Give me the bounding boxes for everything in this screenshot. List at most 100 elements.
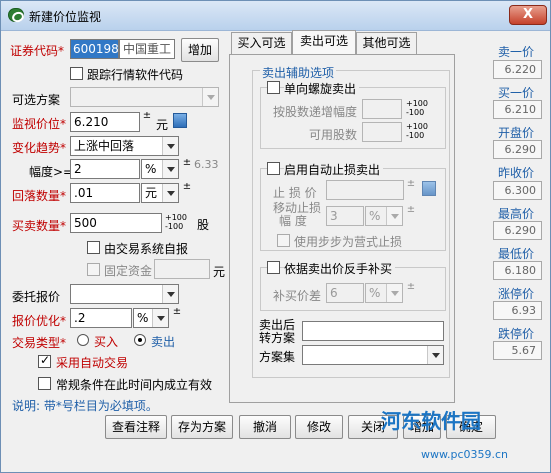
scheme-set-select[interactable] xyxy=(302,345,444,365)
stop-loss-label: 启用自动止损卖出 xyxy=(284,161,384,178)
range-hint: 6.33 xyxy=(194,158,219,171)
move-stop-input[interactable]: 3 xyxy=(326,206,364,226)
reverse-label: 依据卖出价反手补买 xyxy=(284,260,396,277)
code-input[interactable]: 600198 xyxy=(70,39,119,59)
rebuy-input[interactable]: 6 xyxy=(326,283,364,303)
quote-value: 6.210 xyxy=(493,100,542,119)
auto-trade-checkbox[interactable] xyxy=(38,353,51,368)
step-minus[interactable]: -100 xyxy=(406,108,428,117)
qty-plus-100[interactable]: +100 xyxy=(165,213,187,222)
range-input[interactable]: 2 xyxy=(70,159,140,179)
qty-unit: 股 xyxy=(197,218,210,232)
opt-spinner[interactable]: ± xyxy=(172,307,182,327)
calculator-icon[interactable] xyxy=(173,113,187,128)
cond-label: 常规条件在此时间内成立有效 xyxy=(56,378,213,392)
qty-label: 买卖数量* xyxy=(12,219,67,233)
move-stop-label: 移动止损 幅 度 xyxy=(273,201,322,228)
qty-input[interactable]: 500 xyxy=(70,213,162,233)
watermark-title: 河东软件园 xyxy=(381,409,481,433)
title-bar: 新建价位监视 X xyxy=(1,1,550,31)
watermark-url: www.pc0359.cn xyxy=(421,448,509,461)
sell-assist-title: 卖出辅助选项 xyxy=(260,64,337,81)
rebuy-unit[interactable]: % xyxy=(365,283,403,303)
avail-minus[interactable]: -100 xyxy=(406,131,428,140)
stop-loss-checkbox[interactable] xyxy=(267,162,280,175)
avail-input[interactable] xyxy=(362,122,402,142)
rebuy-label: 补买价差 xyxy=(273,289,322,303)
fall-input[interactable]: .01 xyxy=(70,183,140,203)
range-unit-select[interactable]: % xyxy=(141,159,179,179)
opt-unit-select[interactable]: % xyxy=(133,308,169,328)
view-note-button[interactable]: 查看注释 xyxy=(105,415,167,439)
fall-unit-select[interactable]: 元 xyxy=(141,183,179,203)
scheme-set-label: 方案集 xyxy=(259,350,296,364)
tab-buy-options[interactable]: 买入可选 xyxy=(231,32,292,54)
price-unit: 元 xyxy=(156,118,169,132)
cond-checkbox[interactable] xyxy=(38,377,51,390)
spiral-checkbox[interactable] xyxy=(267,81,280,94)
fall-spinner[interactable]: ± xyxy=(182,182,192,202)
avail-plus[interactable]: +100 xyxy=(406,122,428,131)
stop-calculator-icon[interactable] xyxy=(422,181,436,196)
auto-trade-label: 采用自动交易 xyxy=(56,356,129,370)
reverse-checkbox[interactable] xyxy=(267,261,280,274)
after-sell-input[interactable] xyxy=(302,321,444,341)
type-label: 交易类型* xyxy=(12,336,67,350)
trend-select[interactable]: 上涨中回落 xyxy=(70,136,179,156)
quote-label: 跌停价 xyxy=(498,327,535,341)
stop-price-spinner[interactable]: ± xyxy=(406,179,416,199)
quote-label: 买一价 xyxy=(498,86,535,100)
follow-label: 跟踪行情软件代码 xyxy=(87,68,184,82)
range-spinner[interactable]: ± xyxy=(182,158,192,178)
type-buy-radio[interactable] xyxy=(77,334,89,346)
qty-step-buttons[interactable]: +100 -100 xyxy=(165,213,187,231)
opt-input[interactable]: .2 xyxy=(70,308,132,328)
save-scheme-button[interactable]: 存为方案 xyxy=(171,415,233,439)
after-sell-label: 卖出后 转方案 xyxy=(259,318,296,345)
price-input[interactable]: 6.210 xyxy=(70,112,140,132)
quote-value: 6.220 xyxy=(493,60,542,79)
fall-label: 回落数量* xyxy=(12,189,67,203)
quote-value: 6.290 xyxy=(493,140,542,159)
order-select[interactable] xyxy=(70,284,179,304)
auto-determine-checkbox[interactable] xyxy=(87,241,100,254)
auto-determine-label: 由交易系统自报 xyxy=(104,242,189,256)
scheme-label: 可选方案 xyxy=(12,93,61,107)
step-stop-label: 使用步步为营式止损 xyxy=(294,235,403,249)
move-stop-unit[interactable]: % xyxy=(365,206,403,226)
quote-label: 开盘价 xyxy=(498,126,535,140)
step-input[interactable] xyxy=(362,99,402,119)
move-stop-spinner[interactable]: ± xyxy=(406,205,416,225)
fixed-fund-input[interactable] xyxy=(154,259,210,279)
window-title: 新建价位监视 xyxy=(29,10,102,24)
range-label: 幅度>= xyxy=(29,165,74,179)
follow-checkbox[interactable] xyxy=(70,67,83,80)
window: 新建价位监视 X 证券代码* 600198 中国重工 增加 跟踪行情软件代码 可… xyxy=(0,0,551,473)
type-sell-label: 卖出 xyxy=(151,335,176,349)
tab-sell-options[interactable]: 卖出可选 xyxy=(292,30,356,54)
qty-minus-100[interactable]: -100 xyxy=(165,222,187,231)
close-button[interactable]: X xyxy=(509,5,547,25)
type-sell-radio[interactable] xyxy=(134,334,146,346)
quote-value: 6.300 xyxy=(493,181,542,200)
modify-button[interactable]: 修改 xyxy=(295,415,343,439)
fixed-fund-label: 固定资金 xyxy=(104,264,153,278)
scheme-select[interactable] xyxy=(70,87,219,107)
avail-label: 可用股数 xyxy=(309,128,358,142)
add-code-button[interactable]: 增加 xyxy=(181,38,219,62)
quote-value: 5.67 xyxy=(493,341,542,360)
price-spinner[interactable]: ± xyxy=(142,111,152,131)
step-plus[interactable]: +100 xyxy=(406,99,428,108)
rebuy-spinner[interactable]: ± xyxy=(406,282,416,302)
fixed-fund-checkbox[interactable] xyxy=(87,263,100,276)
order-label: 委托报价 xyxy=(12,290,61,304)
stop-price-input[interactable] xyxy=(326,180,404,200)
app-icon xyxy=(8,8,24,22)
quote-label: 涨停价 xyxy=(498,287,535,301)
avail-buttons[interactable]: +100 -100 xyxy=(406,122,428,140)
cancel-button[interactable]: 撤消 xyxy=(239,415,291,439)
tab-other-options[interactable]: 其他可选 xyxy=(356,32,417,54)
step-buttons[interactable]: +100 -100 xyxy=(406,99,428,117)
type-buy-label: 买入 xyxy=(94,335,119,349)
step-stop-checkbox[interactable] xyxy=(277,234,290,247)
